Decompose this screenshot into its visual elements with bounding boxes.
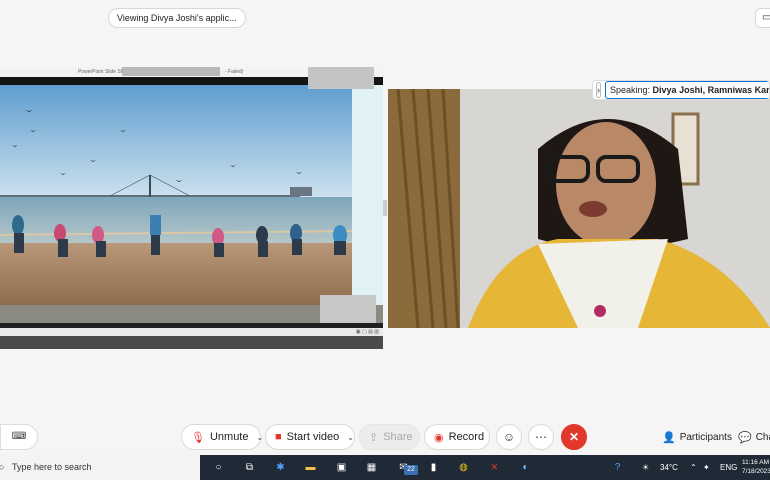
record-icon: ◉ xyxy=(434,431,444,444)
speaking-indicator: › Speaking: Divya Joshi, Ramniwas Kargu xyxy=(592,80,770,100)
share-icon: ⇪ xyxy=(369,431,379,444)
language-indicator[interactable]: ENG xyxy=(720,455,737,480)
speaking-names: Speaking: Divya Joshi, Ramniwas Kargu xyxy=(605,81,770,99)
more-icon[interactable]: ⋯ xyxy=(528,424,554,450)
participants-label: Participants xyxy=(679,431,732,443)
file-explorer-icon[interactable]: ▬ xyxy=(303,460,318,475)
unmute-button[interactable]: 🎙 Unmute ⌄ xyxy=(181,424,264,450)
store-icon[interactable]: ▦ xyxy=(364,460,379,475)
slide-side-panel xyxy=(352,85,383,305)
chat-icon: 💬 xyxy=(738,431,752,444)
chrome-icon[interactable]: ◍ xyxy=(456,460,471,475)
ppt-status-bar: ▣ ▢ ▤ ▥ xyxy=(0,328,383,336)
slide-image xyxy=(0,85,352,305)
bluetooth-icon[interactable]: ✱ xyxy=(273,460,288,475)
ppt-title-tail: - Failed) xyxy=(225,69,244,75)
search-icon: ○ xyxy=(0,462,5,472)
emoji-icon[interactable]: ☺ xyxy=(496,424,522,450)
video-off-icon: ■ xyxy=(275,431,282,443)
help-icon[interactable]: ? xyxy=(610,460,625,475)
chevron-up-icon[interactable]: ⌃ xyxy=(690,455,697,480)
unmute-label: Unmute xyxy=(209,431,249,443)
redacted-block xyxy=(308,67,374,89)
participants-button[interactable]: 👤 Participants xyxy=(662,424,732,450)
device-icon[interactable]: ▮ xyxy=(426,460,441,475)
resize-handle[interactable] xyxy=(383,200,387,216)
weather-icon: ☀ xyxy=(642,463,650,472)
record-button[interactable]: ◉ Record xyxy=(424,424,490,450)
chat-button[interactable]: 💬 Chat xyxy=(738,424,770,450)
chevron-down-icon[interactable]: ⌄ xyxy=(257,433,264,442)
captions-icon[interactable]: ⌨ xyxy=(0,424,38,450)
record-label: Record xyxy=(448,431,485,443)
chevron-right-icon[interactable]: › xyxy=(596,82,601,98)
chevron-down-icon[interactable]: ⌄ xyxy=(347,433,354,442)
redacted-block xyxy=(122,67,220,76)
share-button[interactable]: ⇪ Share xyxy=(359,424,420,450)
speaking-prefix: Speaking: xyxy=(610,85,651,95)
mic-muted-icon: 🎙 xyxy=(191,431,205,444)
window-icon[interactable]: ▭ xyxy=(755,8,770,28)
temperature: 34°C xyxy=(660,463,678,472)
share-label: Share xyxy=(383,431,413,443)
search-placeholder: Type here to search xyxy=(12,462,92,472)
start-video-button[interactable]: ■ Start video ⌄ xyxy=(265,424,355,450)
speaking-names-value: Divya Joshi, Ramniwas Kargu xyxy=(652,85,770,95)
clock-date: 7/18/2023 xyxy=(742,468,770,475)
task-view-icon[interactable]: ⧉ xyxy=(242,460,257,475)
mail-badge: 22 xyxy=(404,465,418,475)
acrobat-icon[interactable]: ⨯ xyxy=(487,460,502,475)
speaker-video xyxy=(388,89,770,328)
cortana-icon[interactable]: ○ xyxy=(211,460,226,475)
participants-icon: 👤 xyxy=(662,431,676,444)
start-video-label: Start video xyxy=(286,431,340,443)
webex-icon[interactable]: ◐ xyxy=(518,460,533,475)
dropbox-icon[interactable]: ✦ xyxy=(703,455,710,480)
viewing-label[interactable]: Viewing Divya Joshi's applic... xyxy=(108,8,246,28)
shared-screen: PowerPoint Slide Show - Failed) ▣ ▢ ▤ ▥ xyxy=(0,67,383,349)
clock-time: 11:16 AM xyxy=(742,459,769,466)
taskbar: ○ Type here to search ○ ⧉ ✱ ▬ ▣ ▦ ✉ 22 ▮… xyxy=(0,455,770,480)
close-icon[interactable]: ✕ xyxy=(561,424,587,450)
app-icon[interactable]: ▣ xyxy=(334,460,349,475)
search-input[interactable]: ○ Type here to search xyxy=(0,455,200,480)
chat-label: Chat xyxy=(755,431,770,443)
clock[interactable]: 11:16 AM 7/18/2023 xyxy=(742,458,770,476)
share-footer-strip xyxy=(0,336,383,349)
